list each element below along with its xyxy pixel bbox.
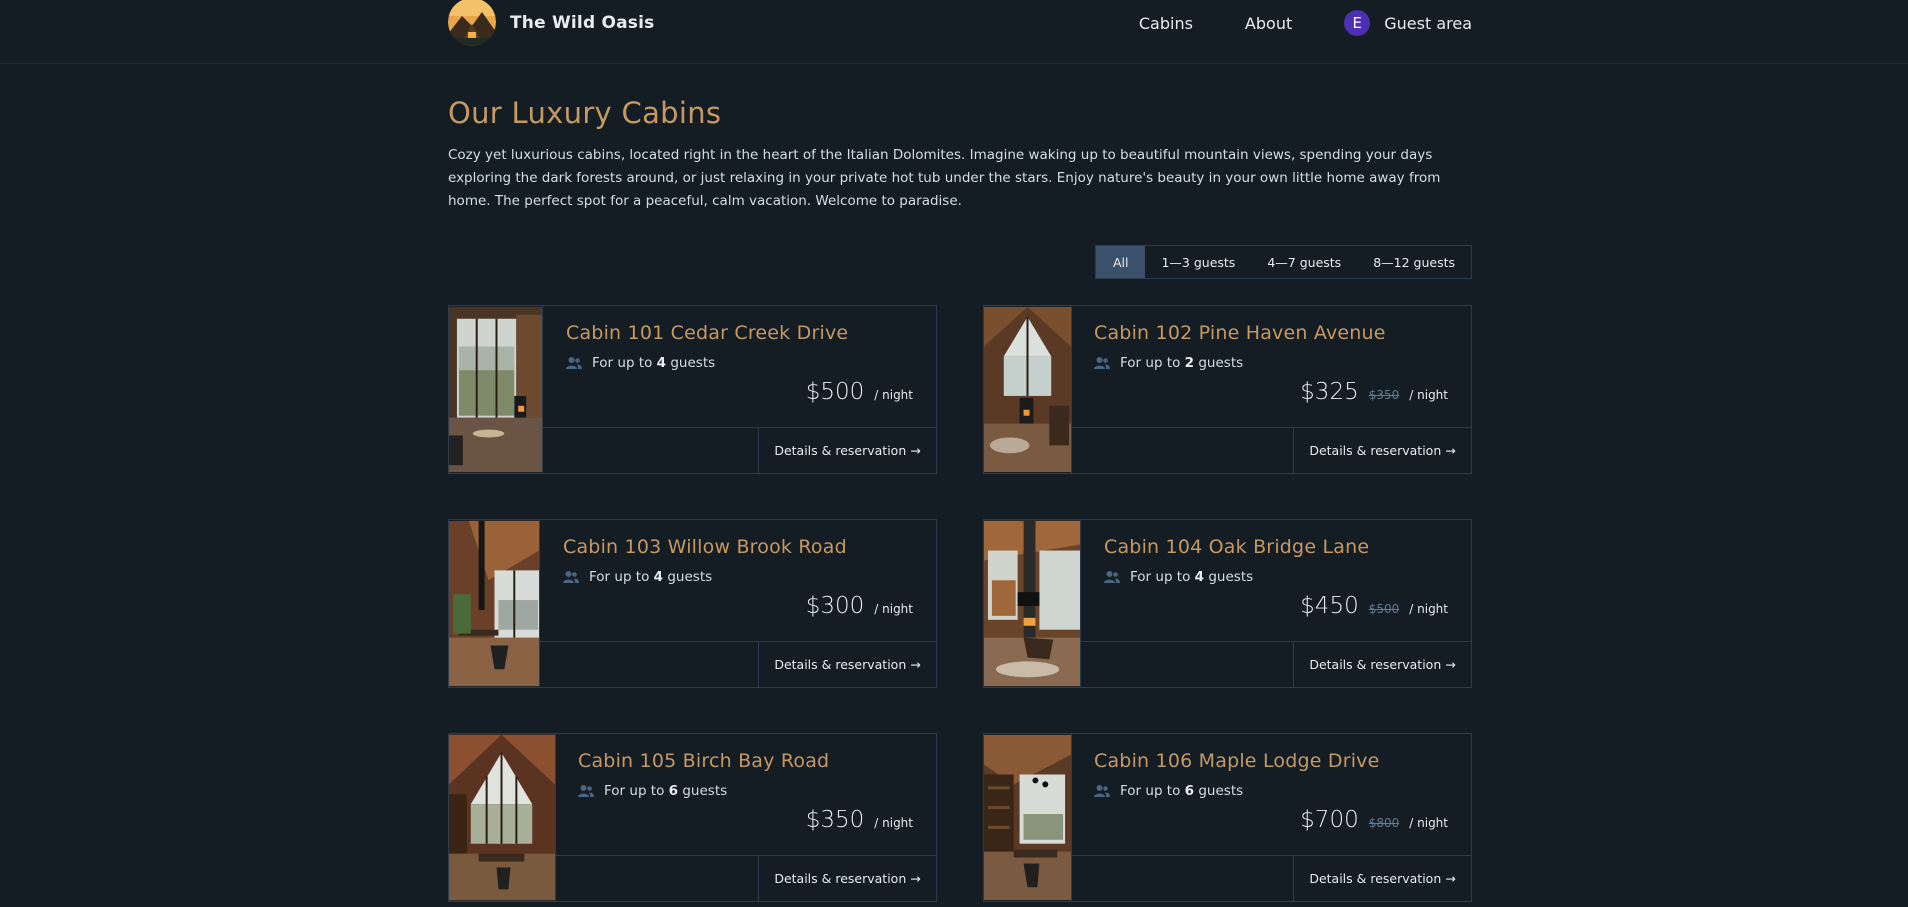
details-reservation-link[interactable]: Details & reservation → — [1293, 428, 1471, 473]
guests-prefix: For up to — [1130, 569, 1191, 585]
cabin-image — [449, 520, 540, 687]
cabin-old-price: $500 — [1368, 602, 1400, 616]
logo-link[interactable]: The Wild Oasis — [448, 0, 654, 46]
guests-count: 4 — [653, 569, 664, 585]
guests-count: 6 — [1184, 783, 1195, 799]
per-night-label: / night — [1409, 602, 1448, 616]
per-night-label: / night — [874, 816, 913, 830]
details-reservation-link[interactable]: Details & reservation → — [1293, 856, 1471, 901]
cabin-name: Cabin 104 Oak Bridge Lane — [1104, 536, 1370, 558]
cabin-price: $500 — [805, 379, 865, 405]
details-reservation-link[interactable]: Details & reservation → — [758, 856, 936, 901]
cabin-price: $450 — [1300, 593, 1359, 619]
nav-guest-area-label: Guest area — [1384, 13, 1472, 33]
guests-suffix: guests — [1198, 355, 1244, 371]
cabin-price: $325 — [1300, 379, 1359, 405]
cabin-image — [449, 734, 556, 901]
guests-prefix: For up to — [604, 783, 665, 799]
nav-guest-area-link[interactable]: E Guest area — [1344, 10, 1472, 36]
main-nav: Cabins About E Guest area — [1139, 10, 1472, 36]
guests-prefix: For up to — [592, 355, 653, 371]
cabin-card: Cabin 105 Birch Bay Road For up to 6 gue… — [448, 733, 937, 902]
avatar: E — [1344, 10, 1371, 36]
filter-large-button[interactable]: 8—12 guests — [1357, 246, 1471, 278]
filter-small-button[interactable]: 1—3 guests — [1145, 246, 1251, 278]
main-content: Our Luxury Cabins Cozy yet luxurious cab… — [448, 96, 1472, 902]
guests-suffix: guests — [1198, 783, 1244, 799]
per-night-label: / night — [1409, 388, 1448, 402]
cabin-name: Cabin 103 Willow Brook Road — [563, 536, 847, 558]
guests-suffix: guests — [667, 569, 713, 585]
cabin-image — [984, 306, 1072, 473]
guests-prefix: For up to — [1120, 355, 1181, 371]
cabin-card: Cabin 103 Willow Brook Road For up to 4 … — [448, 519, 937, 688]
cabin-image — [984, 520, 1081, 687]
cabin-list: Cabin 101 Cedar Creek Drive For up to 4 … — [448, 305, 1472, 902]
per-night-label: / night — [1409, 816, 1448, 830]
users-icon — [1094, 357, 1110, 369]
guests-prefix: For up to — [1120, 783, 1181, 799]
users-icon — [566, 357, 582, 369]
guests-count: 6 — [668, 783, 679, 799]
details-reservation-link[interactable]: Details & reservation → — [758, 428, 936, 473]
cabin-name: Cabin 106 Maple Lodge Drive — [1094, 750, 1380, 772]
nav-about-link[interactable]: About — [1245, 14, 1292, 33]
capacity-filter: All 1—3 guests 4—7 guests 8—12 guests — [1094, 245, 1472, 279]
cabin-name: Cabin 102 Pine Haven Avenue — [1094, 322, 1386, 344]
details-reservation-link[interactable]: Details & reservation → — [758, 642, 936, 687]
brand-name: The Wild Oasis — [510, 13, 655, 33]
cabin-price: $300 — [805, 593, 865, 619]
cabin-card: Cabin 106 Maple Lodge Drive For up to 6 … — [983, 733, 1472, 902]
intro-paragraph: Cozy yet luxurious cabins, located right… — [448, 147, 1441, 209]
per-night-label: / night — [874, 602, 913, 616]
users-icon — [578, 785, 594, 797]
cabin-card: Cabin 102 Pine Haven Avenue For up to 2 … — [983, 305, 1472, 474]
guests-count: 4 — [656, 355, 667, 371]
guests-count: 2 — [1184, 355, 1195, 371]
header: The Wild Oasis Cabins About E Guest area — [0, 0, 1908, 64]
cabin-card: Cabin 104 Oak Bridge Lane For up to 4 gu… — [983, 519, 1472, 688]
guests-suffix: guests — [682, 783, 728, 799]
users-icon — [563, 571, 579, 583]
filter-medium-button[interactable]: 4—7 guests — [1251, 246, 1357, 278]
cabin-image — [449, 306, 543, 473]
cabin-old-price: $350 — [1368, 388, 1400, 402]
page-title: Our Luxury Cabins — [448, 96, 722, 130]
guests-count: 4 — [1194, 569, 1205, 585]
cabin-price: $350 — [805, 807, 865, 833]
cabin-old-price: $800 — [1368, 816, 1400, 830]
guests-suffix: guests — [670, 355, 716, 371]
guests-suffix: guests — [1208, 569, 1254, 585]
cabin-price: $700 — [1300, 807, 1359, 833]
guests-prefix: For up to — [589, 569, 650, 585]
cabin-card: Cabin 101 Cedar Creek Drive For up to 4 … — [448, 305, 937, 474]
per-night-label: / night — [874, 388, 913, 402]
filter-all-button[interactable]: All — [1095, 246, 1146, 278]
logo-image — [448, 0, 496, 46]
cabin-image — [984, 734, 1072, 901]
users-icon — [1094, 785, 1110, 797]
nav-cabins-link[interactable]: Cabins — [1139, 14, 1193, 33]
cabin-name: Cabin 105 Birch Bay Road — [578, 750, 830, 772]
users-icon — [1104, 571, 1120, 583]
cabin-name: Cabin 101 Cedar Creek Drive — [566, 322, 849, 344]
details-reservation-link[interactable]: Details & reservation → — [1293, 642, 1471, 687]
